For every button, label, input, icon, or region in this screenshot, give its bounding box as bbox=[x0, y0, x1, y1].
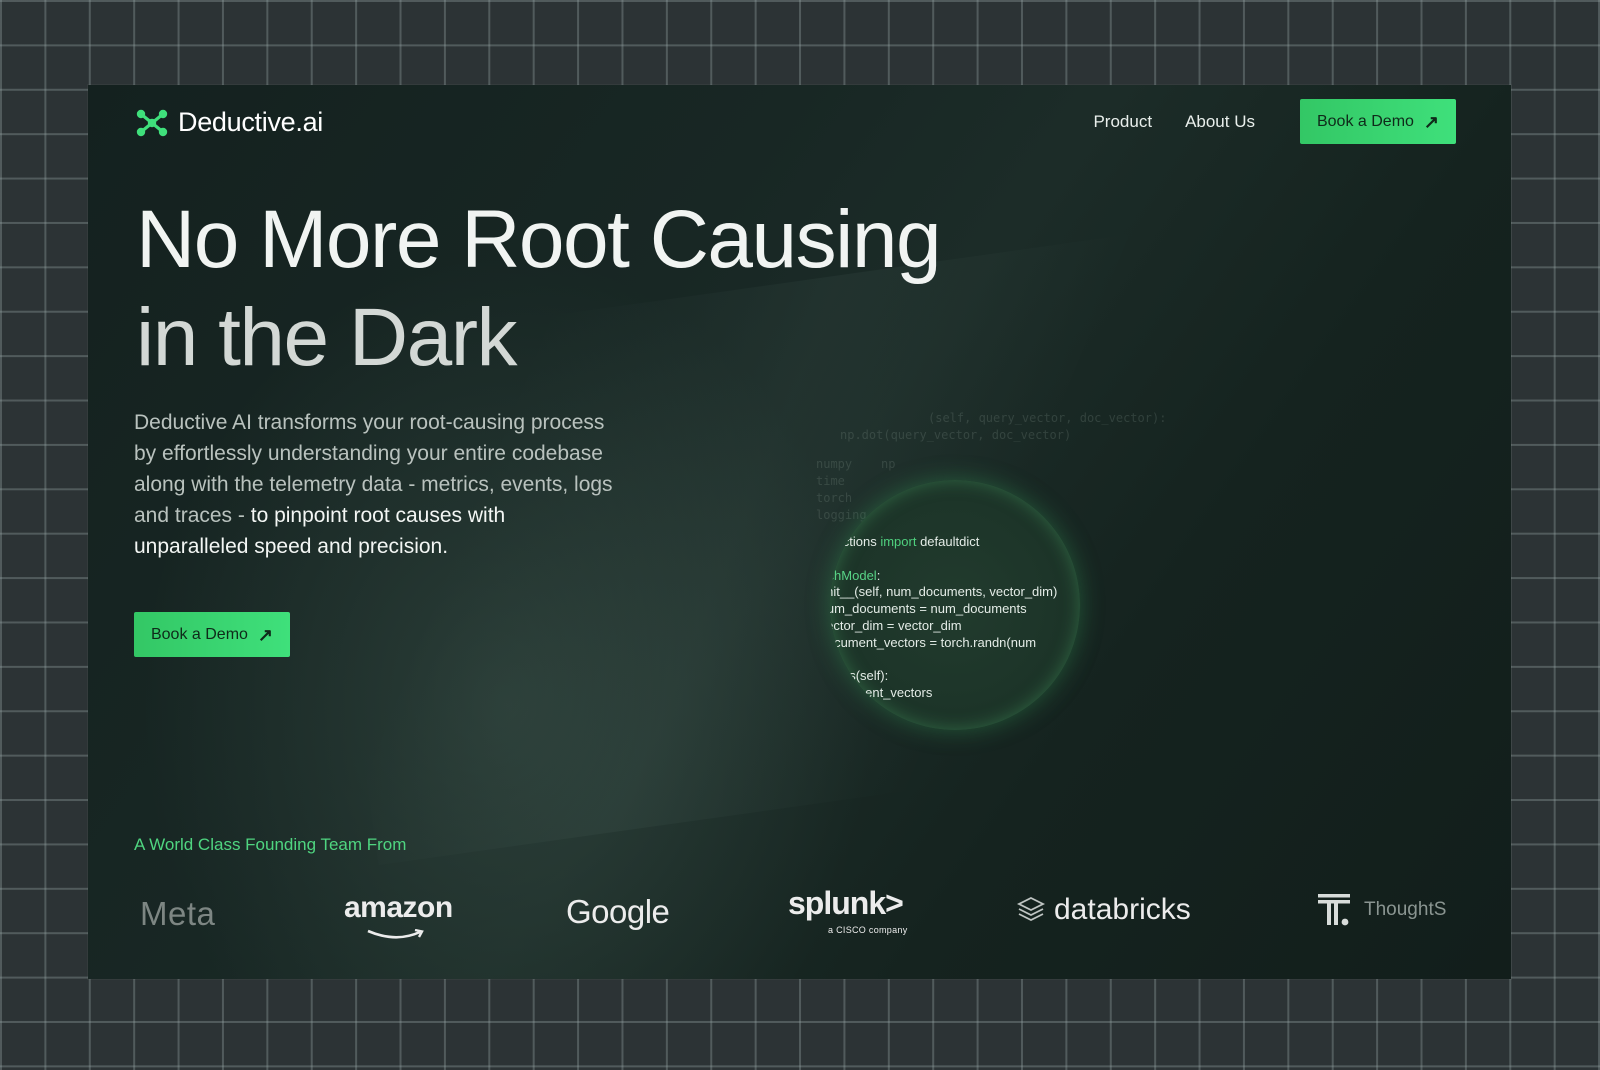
hero-description: Deductive AI transforms your root-causin… bbox=[134, 407, 624, 562]
ghost-code-line: time bbox=[816, 474, 845, 488]
code-numdocs: .num_documents = num_documents bbox=[830, 601, 1027, 617]
hero-card: Deductive.ai Product About Us Book a Dem… bbox=[88, 85, 1511, 979]
book-demo-hero-label: Book a Demo bbox=[150, 625, 248, 643]
code-magnifier-lens: collections import defaultdict archModel… bbox=[830, 480, 1080, 730]
brand-logo[interactable]: Deductive.ai bbox=[134, 107, 323, 138]
code-docvec: .document_vectors = torch.randn(num bbox=[830, 634, 1037, 650]
title-line-2: in the Dark bbox=[136, 292, 518, 383]
amazon-smile-icon bbox=[367, 929, 424, 939]
ghost-code-line: (self, query_vector, doc_vector): bbox=[928, 411, 1167, 425]
code-vecdim: .vector_dim = vector_dim bbox=[830, 617, 962, 633]
ghost-code-line: np.dot(query_vector, doc_vector) bbox=[840, 428, 1072, 442]
brand-name: Deductive.ai bbox=[178, 107, 323, 137]
splunk-cisco-subtext: a CISCO company bbox=[828, 925, 908, 935]
splunk-logo-text: splunk> bbox=[788, 885, 904, 921]
founding-team-label: A World Class Founding Team From bbox=[134, 835, 407, 854]
thoughtspot-logo: ThoughtS bbox=[1316, 891, 1446, 929]
nav-link-about-us[interactable]: About Us bbox=[1185, 112, 1255, 132]
code-collections: collections bbox=[830, 534, 877, 549]
thoughtspot-logo-text: ThoughtS bbox=[1364, 899, 1447, 920]
databricks-stack-icon bbox=[1016, 896, 1046, 922]
deductive-logo-icon bbox=[136, 109, 168, 136]
ghost-code-line: logging bbox=[816, 508, 867, 522]
book-demo-nav-button[interactable]: Book a Demo ↗ bbox=[1300, 99, 1456, 144]
databricks-logo-text: databricks bbox=[1054, 893, 1191, 926]
databricks-logo: databricks bbox=[1016, 893, 1191, 927]
top-nav: Product About Us Book a Demo ↗ bbox=[1093, 99, 1456, 144]
arrow-up-right-icon: ↗ bbox=[257, 624, 274, 645]
page-title: No More Root Causing in the Dark bbox=[136, 191, 942, 387]
code-return: lf.document_vectors bbox=[830, 685, 933, 701]
ghost-code-line: numpy np bbox=[816, 457, 896, 471]
code-import-keyword: import bbox=[880, 534, 917, 549]
code-class-name: archModel bbox=[830, 567, 877, 583]
nav-link-product[interactable]: Product bbox=[1093, 112, 1152, 132]
code-import-name: defaultdict bbox=[920, 534, 980, 549]
book-demo-hero-button[interactable]: Book a Demo ↗ bbox=[134, 612, 290, 657]
ghost-code-line: torch bbox=[816, 491, 853, 505]
arrow-up-right-icon: ↗ bbox=[1423, 111, 1440, 132]
amazon-logo-text: amazon bbox=[344, 891, 453, 924]
code-params: meters(self): bbox=[830, 668, 889, 684]
company-logos: Meta amazon Google splunk> a CISCO compa… bbox=[88, 885, 1511, 945]
lens-code-block: collections import defaultdict archModel… bbox=[830, 534, 1057, 702]
meta-logo: Meta bbox=[140, 895, 216, 932]
splunk-logo: splunk> a CISCO company bbox=[788, 885, 907, 935]
title-line-1: No More Root Causing bbox=[136, 194, 942, 285]
amazon-logo: amazon bbox=[344, 891, 453, 939]
thoughtspot-mark-icon bbox=[1318, 894, 1350, 926]
book-demo-nav-label: Book a Demo bbox=[1316, 112, 1414, 130]
google-logo: Google bbox=[566, 893, 670, 930]
code-init: _init__(self, num_documents, vector_dim) bbox=[830, 584, 1058, 600]
